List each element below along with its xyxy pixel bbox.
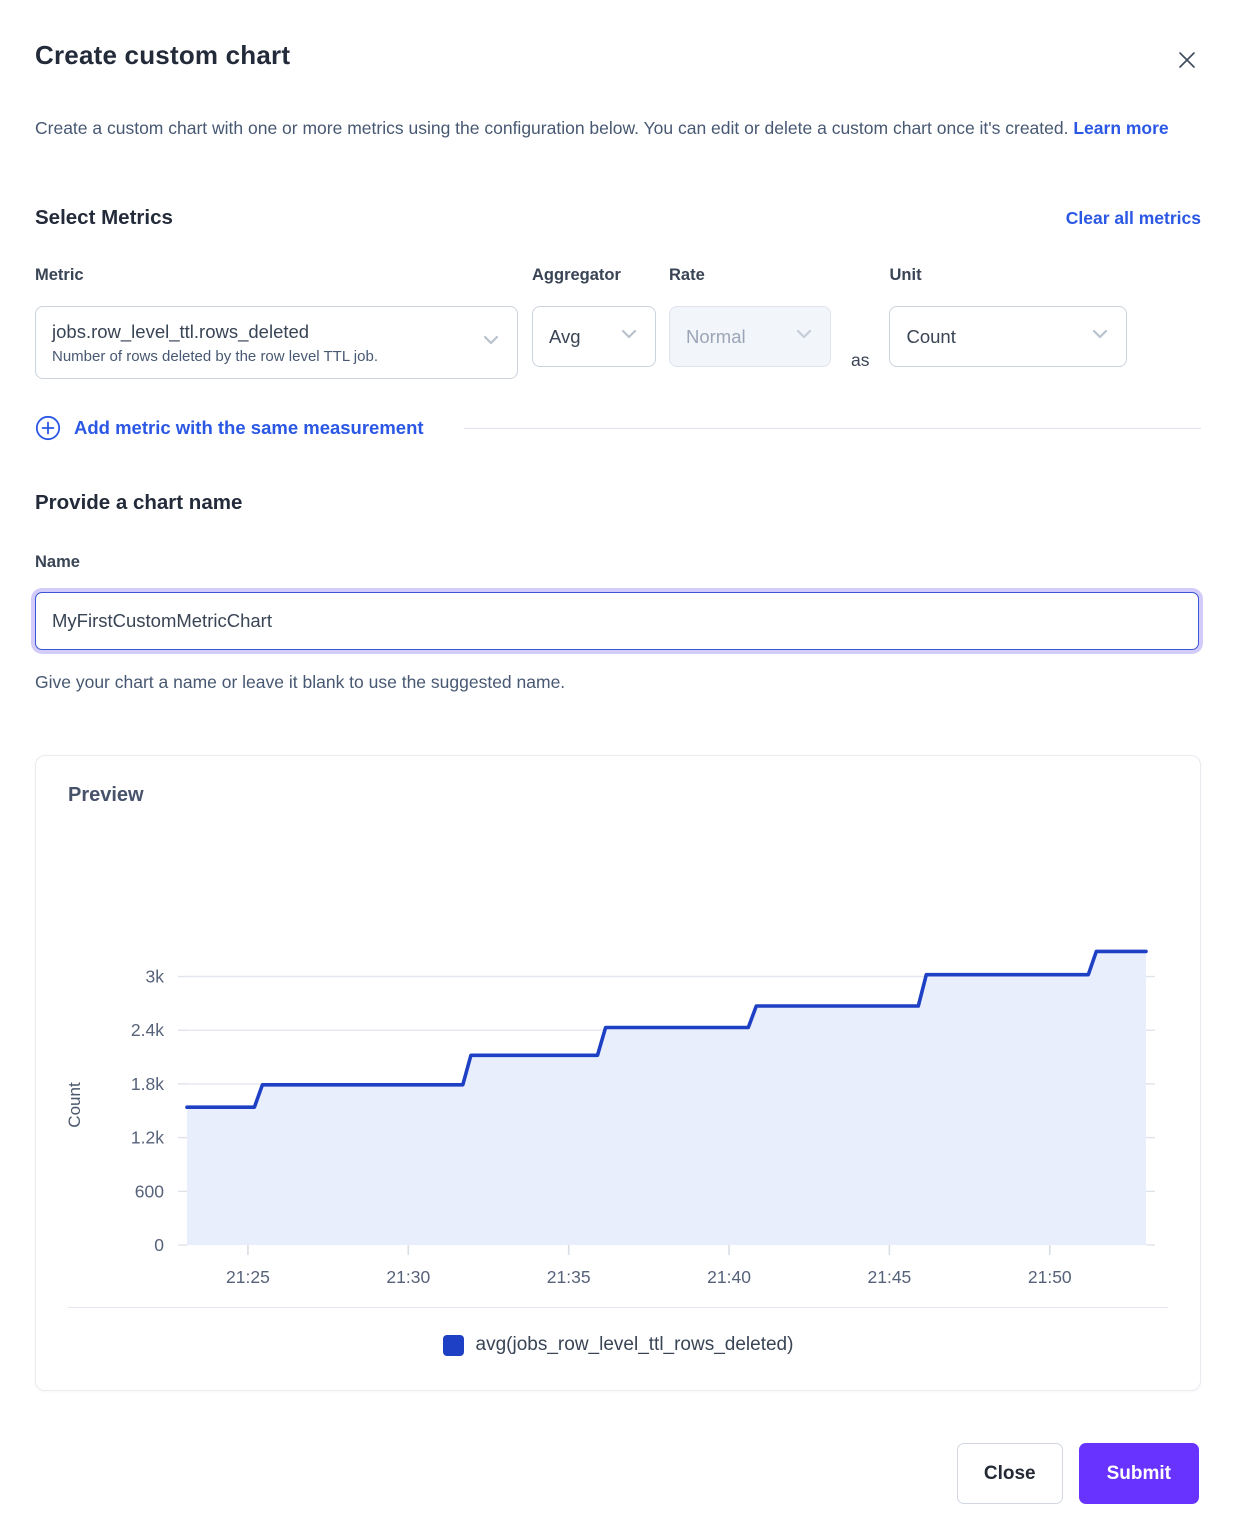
modal-description-text: Create a custom chart with one or more m…: [35, 118, 1068, 138]
y-tick-label: 1.8k: [131, 1074, 164, 1094]
modal-title: Create custom chart: [35, 40, 290, 71]
y-tick-label: 1.2k: [131, 1128, 164, 1148]
aggregator-select[interactable]: Avg: [532, 306, 656, 367]
select-metrics-header: Select Metrics Clear all metrics: [35, 206, 1201, 230]
modal-description: Create a custom chart with one or more m…: [35, 108, 1185, 148]
select-metrics-heading: Select Metrics: [35, 206, 173, 230]
name-field-label: Name: [35, 553, 1201, 572]
close-button[interactable]: [1169, 42, 1205, 78]
x-tick-label: 21:40: [707, 1267, 751, 1287]
preview-card: Preview 0 600 1.2k 1.8k 2.4k 3k 21:25 21:30 21:3…: [35, 755, 1201, 1391]
rate-select-value: Normal: [686, 326, 746, 348]
add-metric-row: Add metric with the same measurement: [35, 415, 1201, 441]
create-custom-chart-modal: Create custom chart Create a custom char…: [0, 0, 1236, 1504]
chart-name-heading: Provide a chart name: [35, 491, 1201, 515]
metric-select-value: jobs.row_level_ttl.rows_deleted: [52, 321, 378, 343]
x-tick-label: 21:25: [226, 1267, 270, 1287]
x-tick-label: 21:30: [386, 1267, 430, 1287]
unit-select-value: Count: [906, 326, 955, 348]
legend-swatch: [443, 1335, 464, 1356]
close-button-footer[interactable]: Close: [957, 1443, 1063, 1504]
learn-more-link[interactable]: Learn more: [1073, 118, 1168, 138]
y-axis-label: Count: [68, 1082, 84, 1128]
step-area-chart: 0 600 1.2k 1.8k 2.4k 3k 21:25 21:30 21:35 21:40 21…: [68, 815, 1168, 1295]
x-tick-label: 21:35: [547, 1267, 591, 1287]
chevron-down-icon: [481, 330, 501, 355]
x-tick-label: 21:45: [868, 1267, 912, 1287]
legend-label: avg(jobs_row_level_ttl_rows_deleted): [476, 1334, 794, 1356]
as-label: as: [851, 350, 869, 371]
rate-field-label: Rate: [669, 266, 831, 285]
metric-select[interactable]: jobs.row_level_ttl.rows_deleted Number o…: [35, 306, 518, 379]
modal-header: Create custom chart: [35, 40, 1201, 78]
chevron-down-icon: [794, 324, 814, 349]
modal-footer: Close Submit: [35, 1443, 1201, 1504]
y-tick-label: 600: [135, 1181, 164, 1201]
aggregator-select-value: Avg: [549, 326, 581, 348]
y-tick-label: 0: [154, 1235, 164, 1255]
close-icon: [1175, 48, 1199, 72]
rate-select: Normal: [669, 306, 831, 367]
clear-all-metrics-link[interactable]: Clear all metrics: [1066, 208, 1201, 229]
aggregator-field-label: Aggregator: [532, 266, 656, 285]
preview-chart: 0 600 1.2k 1.8k 2.4k 3k 21:25 21:30 21:35 21:40 21…: [68, 815, 1168, 1295]
y-tick-label: 2.4k: [131, 1020, 164, 1040]
chart-legend: avg(jobs_row_level_ttl_rows_deleted): [68, 1308, 1168, 1370]
preview-heading: Preview: [68, 784, 1168, 807]
submit-button[interactable]: Submit: [1079, 1443, 1199, 1504]
name-helper-text: Give your chart a name or leave it blank…: [35, 672, 1201, 693]
metric-field-label: Metric: [35, 266, 518, 285]
chart-name-input[interactable]: [35, 592, 1199, 650]
series-area: [187, 951, 1146, 1245]
y-tick-label: 3k: [146, 967, 165, 987]
chevron-down-icon: [619, 324, 639, 349]
add-metric-button[interactable]: Add metric with the same measurement: [35, 415, 424, 441]
add-metric-divider: [464, 428, 1201, 429]
chevron-down-icon: [1090, 324, 1110, 349]
plus-circle-icon: [35, 415, 61, 441]
metric-config-row: Metric jobs.row_level_ttl.rows_deleted N…: [35, 266, 1201, 379]
x-tick-label: 21:50: [1028, 1267, 1072, 1287]
unit-select[interactable]: Count: [889, 306, 1127, 367]
metric-select-description: Number of rows deleted by the row level …: [52, 348, 378, 365]
unit-field-label: Unit: [889, 266, 1127, 285]
add-metric-label: Add metric with the same measurement: [74, 417, 424, 439]
